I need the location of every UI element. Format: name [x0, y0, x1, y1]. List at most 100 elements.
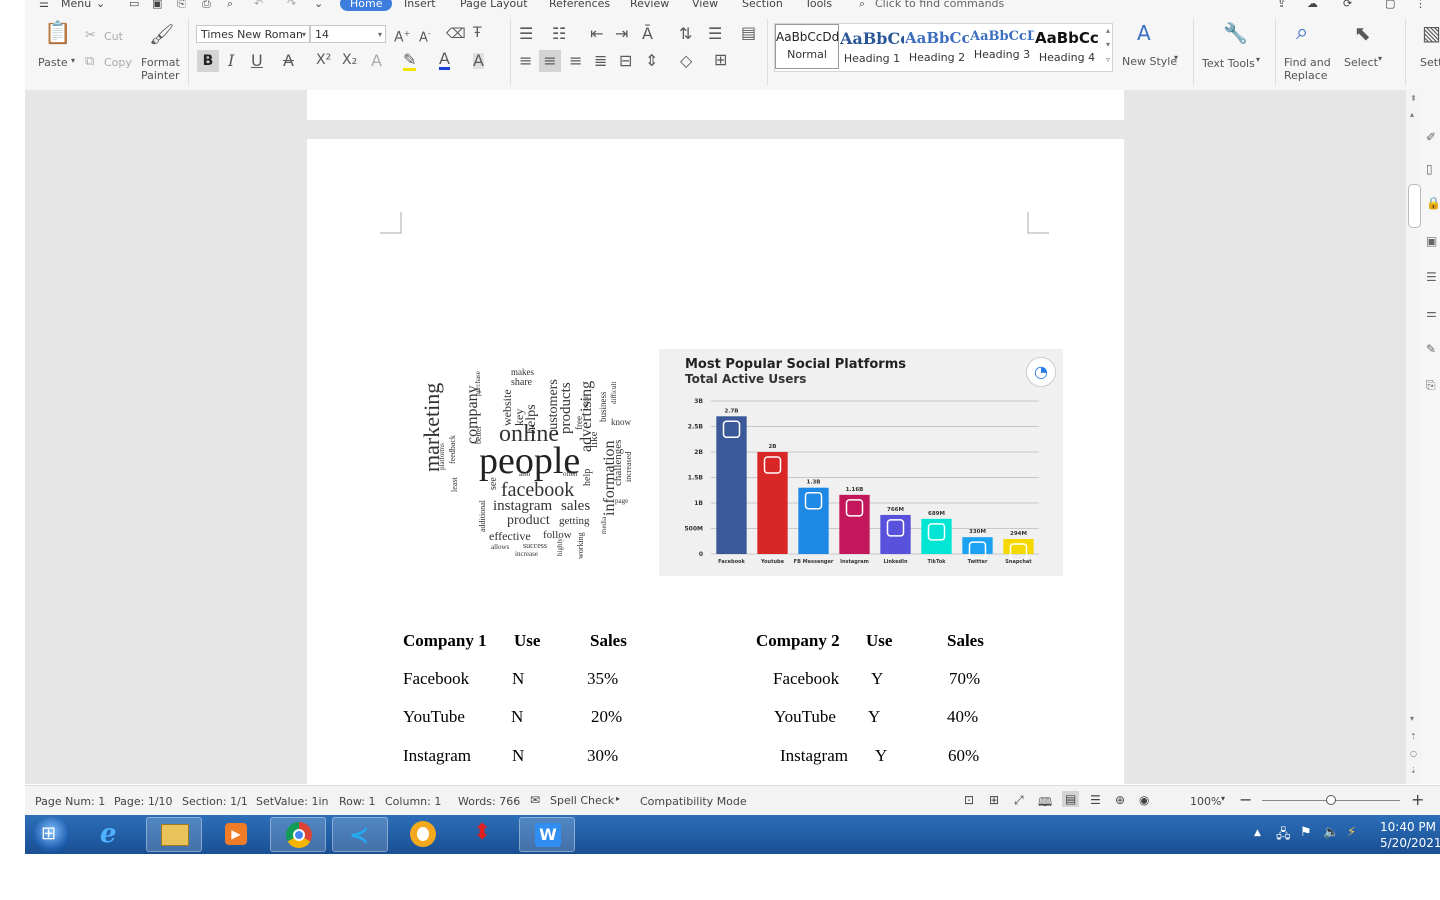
find-icon[interactable]: ⌕ [1296, 22, 1308, 44]
print-icon[interactable]: ⎙ [202, 0, 211, 11]
sliders-icon[interactable]: ⚌ [1426, 306, 1437, 320]
more-icon[interactable]: ⋮ [1415, 0, 1426, 10]
menu-button[interactable]: Menu [61, 0, 91, 10]
font-color-icon[interactable]: A [439, 51, 450, 70]
settings-icon[interactable]: ▧ [1422, 23, 1440, 43]
bookmark-icon[interactable]: ⎘ [1426, 378, 1436, 393]
zoom-level[interactable]: 100% [1190, 795, 1221, 808]
numbering-icon[interactable]: ☷ [552, 26, 566, 42]
find-replace-label-1[interactable]: Find and [1284, 56, 1331, 69]
bullets-icon[interactable]: ☰ [519, 26, 533, 42]
status-page[interactable]: Page: 1/10 [114, 795, 173, 808]
previous-page-icon[interactable]: ⇡ [1410, 732, 1417, 741]
cut-button[interactable]: Cut [104, 30, 123, 43]
status-words[interactable]: Words: 766 [458, 795, 520, 808]
tab-view[interactable]: View [692, 0, 718, 10]
show-hide-icon[interactable]: ▤ [741, 25, 756, 41]
distributed-icon[interactable]: ⊟ [619, 53, 632, 69]
paste-dropdown-icon[interactable]: ▾ [71, 56, 75, 65]
image-icon[interactable]: ▣ [1426, 234, 1437, 248]
superscript-icon[interactable]: X² [316, 52, 331, 68]
text-tools-button[interactable]: Text Tools [1202, 57, 1255, 70]
italic-icon[interactable]: I [228, 53, 234, 69]
save-icon[interactable]: ▣ [152, 0, 162, 10]
taskbar-wps-writer[interactable]: W [519, 817, 575, 852]
phonetic-icon[interactable]: Ŧ [473, 25, 482, 41]
undo-icon[interactable]: ↶ [254, 0, 263, 10]
shading-icon[interactable]: ◇ [680, 53, 692, 69]
paste-icon[interactable]: 📋 [44, 23, 71, 45]
style-normal[interactable]: AaBbCcDd Normal [775, 24, 839, 69]
status-page-num[interactable]: Page Num: 1 [35, 795, 105, 808]
new-style-icon[interactable]: A [1137, 23, 1151, 43]
social-platforms-chart[interactable]: Most Popular Social Platforms Total Acti… [659, 349, 1063, 576]
clear-format-icon[interactable]: ⌫ [446, 26, 466, 42]
clock-date[interactable]: 5/20/2021 [1380, 836, 1440, 850]
style-heading-3[interactable]: AaBbCcD Heading 3 [970, 24, 1034, 69]
paragraph-spacing-icon[interactable]: ⇕ [645, 53, 658, 69]
show-hidden-icons-icon[interactable]: ▲ [1254, 828, 1261, 838]
copy-icon[interactable]: ⧉ [85, 54, 94, 70]
strikethrough-icon[interactable]: A [283, 53, 294, 69]
select-cursor-icon[interactable]: ⬉ [1354, 23, 1371, 43]
underline-icon[interactable]: U [251, 53, 263, 69]
new-style-button[interactable]: New Style [1122, 55, 1177, 68]
status-column[interactable]: Column: 1 [385, 795, 441, 808]
tab-page-layout[interactable]: Page Layout [460, 0, 528, 10]
copy-button[interactable]: Copy [104, 56, 132, 69]
grow-font-icon[interactable]: A+ [394, 26, 410, 46]
taskbar-chrome[interactable] [270, 817, 326, 852]
fullscreen-icon[interactable]: ⤢ [1014, 793, 1024, 808]
taskbar-vscode[interactable]: ≺ [332, 817, 388, 852]
format-painter-icon[interactable]: 🖌 [149, 24, 174, 44]
paste-button[interactable]: Paste [38, 56, 68, 69]
network-icon[interactable]: 🖧 [1276, 825, 1291, 847]
customize-icon[interactable]: ⌄ [314, 0, 323, 10]
spell-check-button[interactable]: Spell Check [550, 794, 614, 807]
status-section[interactable]: Section: 1/1 [182, 795, 248, 808]
word-cloud-image[interactable]: people marketing online company facebook… [419, 364, 637, 560]
scroll-down-icon[interactable]: ▾ [1410, 714, 1414, 723]
text-tools-icon[interactable]: 🔧 [1223, 23, 1248, 43]
browse-object-icon[interactable]: ○ [1410, 749, 1417, 758]
styles-scroll-up-icon[interactable]: ▴ [1106, 26, 1110, 35]
tab-tools[interactable]: Tools [805, 0, 832, 10]
next-page-icon[interactable]: ⇣ [1410, 766, 1417, 775]
volume-icon[interactable]: 🔈 [1323, 825, 1339, 840]
taskbar-downloader[interactable]: ⬍ [456, 817, 512, 852]
brush-icon[interactable]: ✎ [1426, 342, 1436, 356]
redo-icon[interactable]: ↷ [287, 0, 296, 10]
protect-icon[interactable]: ⊡ [964, 793, 974, 807]
sort-icon[interactable]: ⇅ [679, 26, 692, 42]
taskbar-internet-explorer[interactable]: e [86, 817, 142, 852]
shrink-font-icon[interactable]: A- [419, 26, 431, 46]
style-heading-4[interactable]: AaBbCcI Heading 4 [1035, 24, 1099, 69]
command-search-input[interactable]: Click to find commands [875, 0, 1004, 10]
text-effect-icon[interactable]: A [371, 53, 382, 69]
list-icon[interactable]: ☰ [1426, 270, 1437, 284]
power-icon[interactable]: ⚡ [1347, 825, 1356, 840]
select-button[interactable]: Select [1344, 56, 1378, 69]
pen-icon[interactable]: ✐ [1426, 130, 1436, 144]
spell-check-icon[interactable]: ✉ [530, 793, 540, 807]
web-layout-icon[interactable]: ⊕ [1115, 793, 1125, 807]
text-tools-dropdown-icon[interactable]: ▾ [1256, 55, 1260, 64]
justify-icon[interactable]: ≣ [594, 53, 607, 69]
action-center-flag-icon[interactable]: ⚑ [1300, 825, 1312, 840]
font-name-select[interactable]: Times New Roman ▾ [196, 25, 310, 43]
find-replace-label-2[interactable]: Replace [1284, 69, 1328, 82]
styles-more-icon[interactable]: ▿ [1106, 55, 1110, 64]
cut-icon[interactable]: ✂ [85, 28, 96, 44]
print-preview-icon[interactable]: ⌕ [227, 0, 233, 11]
change-case-icon[interactable]: Ā [642, 26, 653, 42]
taskbar-media-player[interactable]: ▶ [208, 817, 264, 852]
document-page[interactable]: people marketing online company facebook… [307, 139, 1124, 784]
tab-review[interactable]: Review [630, 0, 669, 10]
format-painter-label-1[interactable]: Format [141, 56, 180, 69]
style-heading-2[interactable]: AaBbCc Heading 2 [905, 24, 969, 69]
borders-icon[interactable]: ⊞ [714, 52, 727, 68]
styles-scroll-down-icon[interactable]: ▾ [1106, 40, 1110, 49]
export-icon[interactable]: ⎘ [177, 0, 186, 11]
scroll-up-icon[interactable]: ▴ [1410, 110, 1414, 119]
subscript-icon[interactable]: X₂ [342, 52, 357, 68]
